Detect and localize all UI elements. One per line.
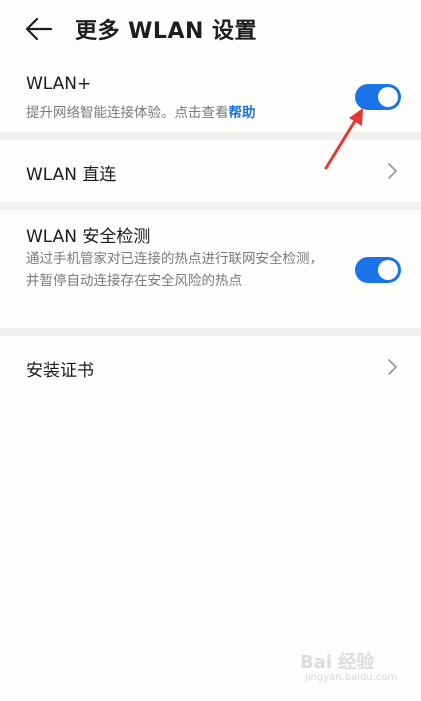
wlan-direct-title: WLAN 直连 [26,165,117,185]
wlan-plus-title: WLAN+ [26,74,92,94]
install-certificate-row[interactable]: 安装证书 [0,336,421,398]
annotation-arrow-icon [324,108,363,170]
header-bar: 更多 WLAN 设置 [0,0,421,58]
arrow-left-icon[interactable] [22,14,56,44]
separator [0,328,421,336]
page-title: 更多 WLAN 设置 [75,19,258,44]
help-link[interactable]: 帮助 [229,105,256,121]
install-certificate-title: 安装证书 [26,361,94,381]
toggle-knob [378,260,398,280]
wlan-security-check-subtitle: 通过手机管家对已连接的热点进行联网安全检测，并暂停自动连接存在安全风险的热点 [26,251,323,289]
back-button[interactable] [22,14,56,44]
wlan-plus-subtitle-text: 提升网络智能连接体验。点击查看 [26,105,229,121]
watermark-url: jingyan.baidu.com [305,672,398,683]
chevron-right-icon [388,359,397,375]
wlan-security-check-toggle[interactable] [355,257,401,283]
wlan-plus-subtitle: 提升网络智能连接体验。点击查看帮助 [26,102,256,124]
wlan-security-check-title: WLAN 安全检测 [26,227,151,247]
separator [0,202,421,210]
wlan-security-check-row[interactable]: WLAN 安全检测 通过手机管家对已连接的热点进行联网安全检测，并暂停自动连接存… [0,210,421,328]
chevron-right-icon [388,163,397,179]
watermark-logo: Bai 经验 [300,652,375,673]
toggle-knob [378,87,398,107]
